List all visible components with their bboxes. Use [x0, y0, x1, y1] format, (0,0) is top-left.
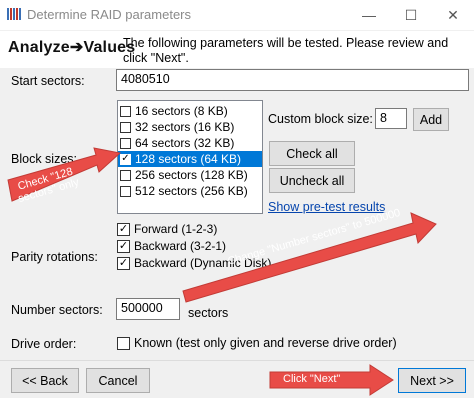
annotation-next: Click "Next" [283, 373, 341, 385]
annotation-arrows [7, 147, 437, 396]
arrow-number-sectors [182, 212, 437, 303]
